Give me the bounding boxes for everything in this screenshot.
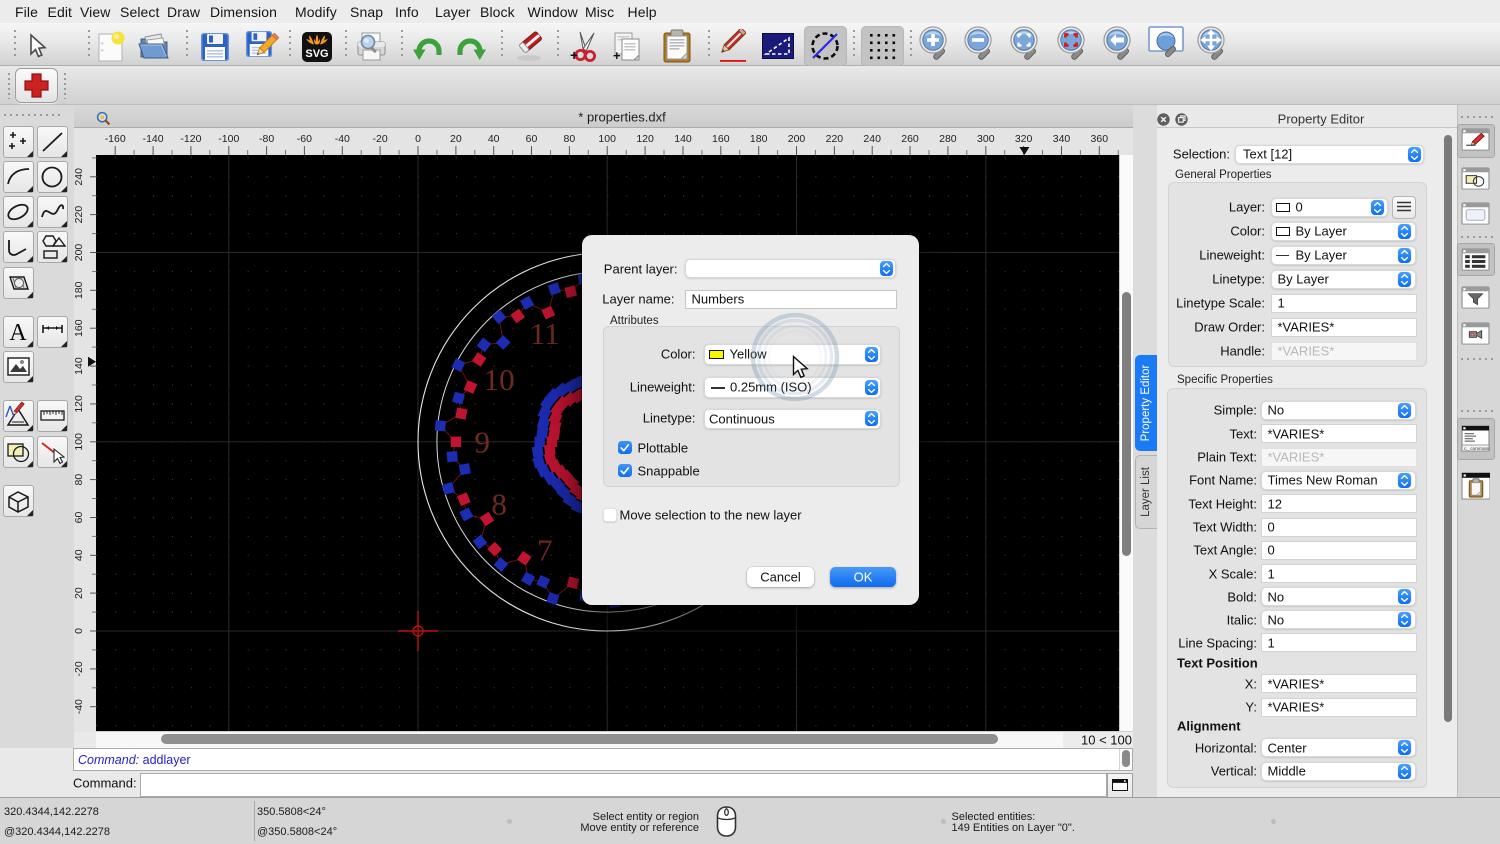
svg-text:-40: -40 — [335, 133, 350, 145]
svg-text:11: 11 — [530, 316, 560, 351]
svg-text:260: 260 — [901, 133, 919, 145]
svg-text:-60: -60 — [297, 133, 312, 145]
svg-text:120: 120 — [636, 133, 654, 145]
svg-text:340: 340 — [1053, 133, 1071, 145]
svg-text:80: 80 — [564, 133, 576, 145]
svg-text:40: 40 — [488, 133, 500, 145]
svg-text:240: 240 — [863, 133, 881, 145]
svg-text:-80: -80 — [259, 133, 274, 145]
svg-text:60: 60 — [74, 512, 85, 524]
svg-text:300: 300 — [977, 133, 995, 145]
svg-text:280: 280 — [939, 133, 957, 145]
svg-text:0: 0 — [415, 133, 421, 145]
svg-text:160: 160 — [74, 319, 85, 337]
svg-text:7: 7 — [537, 532, 553, 567]
svg-text:10: 10 — [484, 362, 515, 397]
svg-text:+: + — [570, 47, 578, 63]
svg-text:-100: -100 — [218, 133, 239, 145]
svg-text:-160: -160 — [105, 133, 126, 145]
svg-text:0: 0 — [74, 628, 85, 634]
svg-text:+: + — [613, 48, 621, 63]
svg-text:-120: -120 — [180, 133, 201, 145]
svg-text:360: 360 — [1091, 133, 1109, 145]
svg-text:20: 20 — [450, 133, 462, 145]
svg-text:60: 60 — [526, 133, 538, 145]
svg-text:140: 140 — [74, 357, 85, 375]
svg-text:100: 100 — [74, 433, 85, 451]
svg-text:-20: -20 — [373, 133, 388, 145]
svg-text:-40: -40 — [74, 699, 85, 714]
svg-text:A: A — [9, 320, 27, 346]
svg-text:-140: -140 — [143, 133, 164, 145]
svg-text:20: 20 — [74, 587, 85, 599]
svg-text:160: 160 — [712, 133, 730, 145]
svg-text:220: 220 — [74, 206, 85, 224]
svg-text:100: 100 — [598, 133, 616, 145]
svg-text:120: 120 — [74, 395, 85, 413]
svg-text:SVG: SVG — [305, 48, 328, 60]
svg-text:320: 320 — [1015, 133, 1033, 145]
svg-text:180: 180 — [74, 281, 85, 299]
svg-text:240: 240 — [74, 168, 85, 186]
svg-text:180: 180 — [750, 133, 768, 145]
svg-text:c_ command: c_ command — [1464, 446, 1490, 451]
svg-text:40: 40 — [74, 549, 85, 561]
svg-text:200: 200 — [74, 244, 85, 262]
svg-text:-20: -20 — [74, 661, 85, 676]
svg-text:220: 220 — [826, 133, 844, 145]
svg-text:200: 200 — [788, 133, 806, 145]
svg-text:80: 80 — [74, 474, 85, 486]
svg-text:9: 9 — [475, 424, 491, 459]
svg-text:140: 140 — [674, 133, 692, 145]
svg-text:8: 8 — [491, 487, 507, 522]
